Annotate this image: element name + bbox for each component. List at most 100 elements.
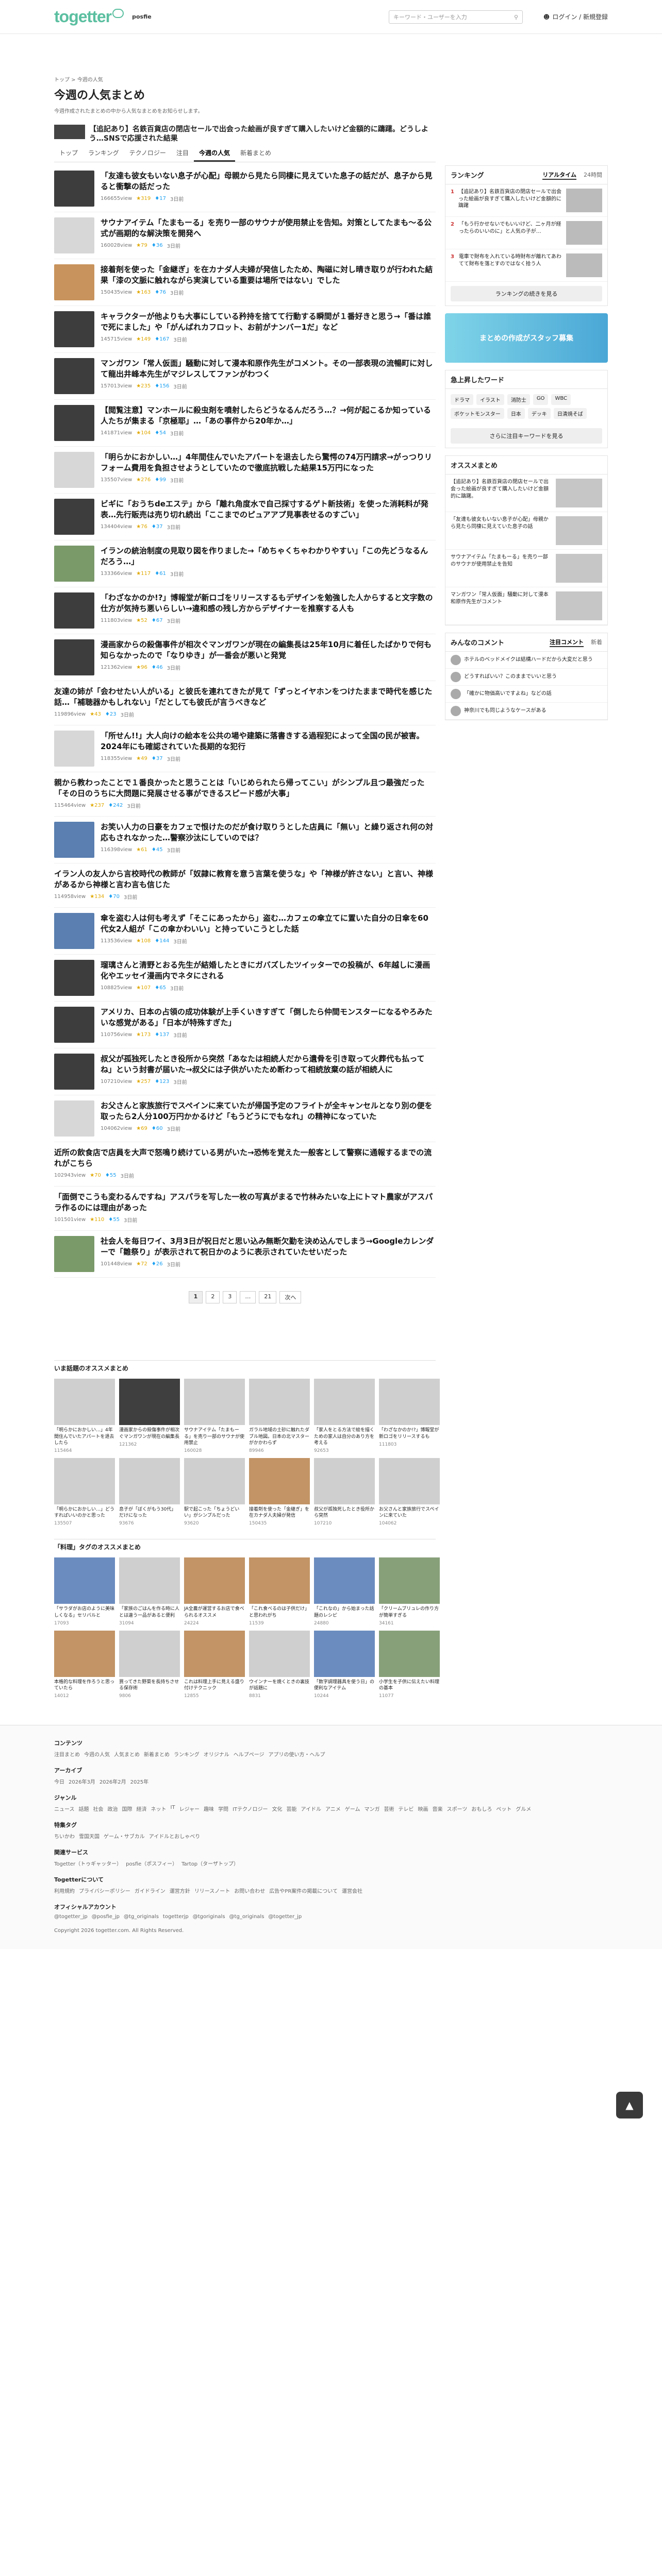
footer-link[interactable]: 芸術 [384, 1805, 394, 1812]
item-title[interactable]: サウナアイテム「たまもーる」を売り一部のサウナが使用禁止を告知。対策としてたまも… [101, 217, 436, 239]
footer-link[interactable]: 新着まとめ [144, 1750, 170, 1758]
page-button[interactable]: 1 [188, 1291, 203, 1304]
footer-link[interactable]: @togetter_jp [54, 1914, 88, 1920]
footer-link[interactable]: プライバシーポリシー [79, 1887, 130, 1894]
keyword-more-button[interactable]: さらに注目キーワードを見る [451, 428, 602, 444]
osusume-item[interactable]: 「友達も彼女もいない息子が心配」母親から見たら同棲に見えていた息子の話 [445, 512, 607, 550]
list-item[interactable]: お父さんと家族旅行でスペインに来ていたが帰国予定のフライトが全キャンセルとなり別… [54, 1095, 436, 1143]
footer-link[interactable]: アプリの使い方・ヘルプ [269, 1750, 325, 1758]
footer-link[interactable]: posfie（ポスフィー） [126, 1859, 177, 1867]
tab-2[interactable]: テクノロジー [124, 145, 171, 162]
list-item[interactable]: 接着剤を使った「金継ぎ」を在カナダ人夫婦が発信したため、陶磁に対し晴き取りが行わ… [54, 259, 436, 307]
grid-card[interactable]: 「家族のごはんを作る時に人とは違う一品があると便利 31094 [119, 1557, 180, 1626]
item-title[interactable]: 「友達も彼女もいない息子が心配」母親から見たら同棲に見えていた息子の話だが、息子… [101, 171, 436, 192]
comment-item[interactable]: 神奈川でも同じようなケースがある [445, 703, 607, 720]
item-title[interactable]: 傘を盗む人は何も考えず「そこにあったから」盗む…カフェの傘立てに置いた自分の日傘… [101, 913, 436, 934]
footer-link[interactable]: ニュース [54, 1805, 75, 1812]
footer-link[interactable]: 注目まとめ [54, 1750, 80, 1758]
list-item[interactable]: ビギに「おうちdeエステ」から「離れ角度水で自己採寸するゲト新技術」を使った消耗… [54, 494, 436, 541]
comment-item[interactable]: 「確かに物価高いですよね」などの話 [445, 686, 607, 703]
item-title[interactable]: イランの統治制度の見取り図を作りました→「めちゃくちゃわかりやすい」「この先どう… [101, 546, 436, 567]
list-item[interactable]: アメリカ、日本の占領の成功体験が上手くいきすぎて「倒したら仲間モンスターになるや… [54, 1002, 436, 1049]
footer-link[interactable]: 芸能 [287, 1805, 297, 1812]
list-item[interactable]: 「所せん!!」大人向けの絵本を公共の場や建築に落書きする過程犯によって全国の民が… [54, 725, 436, 773]
footer-link[interactable]: 政治 [108, 1805, 118, 1812]
login-button[interactable]: ☻ ログイン / 新規登録 [543, 12, 608, 21]
footer-link[interactable]: @tg_originals [229, 1914, 264, 1920]
footer-link[interactable]: ちいかわ [54, 1832, 75, 1840]
item-title[interactable]: イラン人の友人から言校時代の教師が「奴隷に教育を意う言葉を使うな」や「神様が許さ… [54, 869, 436, 890]
item-title[interactable]: マンガワン「常人仮面」騒動に対して漫本和原作先生がコメント。その一部表現の流暢町… [101, 358, 436, 379]
footer-link[interactable]: 今週の人気 [84, 1750, 110, 1758]
item-title[interactable]: 友達の姉が「会わせたい人がいる」と彼氏を連れてきたが見て「ずっとイヤホンをつけた… [54, 686, 436, 707]
search-input[interactable]: キーワード・ユーザーを入力 ⚲ [389, 10, 523, 24]
footer-link[interactable]: ペット [496, 1805, 511, 1812]
item-title[interactable]: お笑い人力の日豪をカフェで恨けたのだが食け取りうとした店員に「無い」と繰り返され… [101, 822, 436, 843]
footer-link[interactable]: アイドルとおしゃべり [149, 1832, 201, 1840]
footer-link[interactable]: ネット [151, 1805, 167, 1812]
grid-card[interactable]: 「数字調理器具を使う日」の便利なアイテム 10244 [314, 1630, 375, 1699]
item-title[interactable]: 「所せん!!」大人向けの絵本を公共の場や建築に落書きする過程犯によって全国の民が… [101, 731, 436, 752]
grid-card[interactable]: ウインナーを焼くときの裏技が話題に 8831 [249, 1630, 310, 1699]
footer-link[interactable]: おもしろ [471, 1805, 492, 1812]
footer-link[interactable]: レジャー [179, 1805, 200, 1812]
comment-item[interactable]: どうすればいい？このままでいいと思う [445, 669, 607, 686]
breadcrumb[interactable]: トップ > 今週の人気 [54, 75, 608, 83]
ranking-item[interactable]: 2 「もう行かせないでもいいけど、二ヶ月が経ったらのいいのに」と人気の子が… [445, 217, 607, 250]
keyword-chip[interactable]: ドラマ [451, 394, 473, 405]
footer-link[interactable]: グルメ [516, 1805, 531, 1812]
grid-card[interactable]: 「家人をとる方法で絵を描くための家人は自分のあり方を考える 92653 [314, 1379, 375, 1454]
footer-link[interactable]: 文化 [272, 1805, 283, 1812]
footer-link[interactable]: 経済 [137, 1805, 147, 1812]
tab-ranking-24h[interactable]: 24時間 [584, 171, 602, 180]
page-button[interactable]: … [240, 1291, 256, 1304]
tab-comments-hot[interactable]: 注目コメント [550, 638, 584, 647]
featured-item[interactable]: 【追記あり】名鉄百貨店の閉店セールで出会った絵画が良すぎて購入したいけど金額的に… [54, 125, 436, 143]
ranking-item[interactable]: 1 【追記あり】名鉄百貨店の閉店セールで出会った絵画が良すぎて購入したいけど金額的… [445, 184, 607, 217]
footer-link[interactable]: 人気まとめ [114, 1750, 140, 1758]
search-icon[interactable]: ⚲ [514, 14, 518, 21]
footer-link[interactable]: togetterjp [163, 1914, 189, 1920]
item-title[interactable]: 【閲覧注意】マンホールに殺虫剤を噴射したらどうなるんだろう…？→何が起こるか知っ… [101, 405, 436, 426]
footer-link[interactable]: 話題 [79, 1805, 89, 1812]
list-item[interactable]: 漫画家からの殺傷事件が相次ぐマンガワンが現在の編集長は25年10月に着任したばか… [54, 634, 436, 682]
footer-link[interactable]: 2026年3月 [69, 1777, 95, 1785]
grid-card[interactable]: 「明らかにおかしい…」4年間住んでいたアパートを退去したら 115464 [54, 1379, 115, 1454]
footer-link[interactable]: @tgoriginals [193, 1914, 225, 1920]
list-item[interactable]: サウナアイテム「たまもーる」を売り一部のサウナが使用禁止を告知。対策としてたまも… [54, 212, 436, 260]
item-title[interactable]: 「明らかにおかしい…」4年間住んでいたアパートを退去したら驚愕の74万円請求→が… [101, 452, 436, 473]
item-title[interactable]: キャラクターが他よりも大事にしている矜持を捨てて行動する瞬間が１番好きと思う→「… [101, 311, 436, 332]
item-title[interactable]: 漫画家からの殺傷事件が相次ぐマンガワンが現在の編集長は25年10月に着任したばか… [101, 639, 436, 660]
item-title[interactable]: 近所の飲食店で店員を大声で怒鳴り続けている男がいた→恐怖を覚えた一般客として警察… [54, 1147, 436, 1168]
item-title[interactable]: お父さんと家族旅行でスペインに来ていたが帰国予定のフライトが全キャンセルとなり別… [101, 1100, 436, 1122]
footer-link[interactable]: テレビ [399, 1805, 414, 1812]
list-item[interactable]: マンガワン「常人仮面」騒動に対して漫本和原作先生がコメント。その一部表現の流暢町… [54, 353, 436, 400]
footer-link[interactable]: ITテクノロジー [233, 1805, 268, 1812]
footer-link[interactable]: 国際 [122, 1805, 133, 1812]
footer-link[interactable]: スポーツ [447, 1805, 468, 1812]
grid-card[interactable]: 「これ食べるのは子供だけ」と思われがち 11539 [249, 1557, 310, 1626]
footer-link[interactable]: @togetter_jp [268, 1914, 302, 1920]
page-button[interactable]: 2 [206, 1291, 220, 1304]
item-title[interactable]: 瑠璃さんと清野とおる先生が結婚したときにガバズしたツイッターでの投稿が、6年越し… [101, 960, 436, 981]
item-title[interactable]: 叔父が孤独死したとき役所から突然「あなたは相続人だから遺骨を引き取って火葬代も払… [101, 1054, 436, 1075]
grid-card[interactable]: 駅で起こった「ちょうどいい」がシンプルだった 93620 [184, 1458, 245, 1527]
list-item[interactable]: 「わざなかのか!?」博報堂が新ロゴをリリースするもデザインを勉強した人からすると… [54, 587, 436, 635]
grid-card[interactable]: 「明らかにおかしい…」どうすればいいのかと思った 135507 [54, 1458, 115, 1527]
page-button[interactable]: 21 [259, 1291, 277, 1304]
grid-card[interactable]: これは料理上手に見える盛り付けテクニック 12855 [184, 1630, 245, 1699]
grid-card[interactable]: 息子が「ぼくがもう30代」だけになった 93676 [119, 1458, 180, 1527]
grid-card[interactable]: ガラル地域の土砂に触れたダブル地図。日本の北マスターがかかわらず 89946 [249, 1379, 310, 1454]
item-title[interactable]: 「わざなかのか!?」博報堂が新ロゴをリリースするもデザインを勉強した人からすると… [101, 592, 436, 614]
footer-link[interactable]: マンガ [365, 1805, 380, 1812]
footer-link[interactable]: ゲーム [345, 1805, 360, 1812]
grid-card[interactable]: 小学生を子供に伝えたい料理の基本 11077 [379, 1630, 440, 1699]
list-item[interactable]: 叔父が孤独死したとき役所から突然「あなたは相続人だから遺骨を引き取って火葬代も払… [54, 1048, 436, 1096]
ranking-item[interactable]: 3 電車で財布を入れている時財布が離れてあわてて財布を落とすのではなく拾う人 [445, 249, 607, 282]
keyword-chip[interactable]: デッキ [527, 408, 551, 419]
grid-card[interactable]: 「クリームブリュレの作り方が簡単すぎる 34161 [379, 1557, 440, 1626]
tab-5[interactable]: 新着まとめ [235, 145, 276, 162]
list-item[interactable]: 「友達も彼女もいない息子が心配」母親から見たら同棲に見えていた息子の話だが、息子… [54, 165, 436, 213]
footer-link[interactable]: Tartop（ターザトップ） [181, 1859, 239, 1867]
footer-link[interactable]: 運営会社 [342, 1887, 362, 1894]
